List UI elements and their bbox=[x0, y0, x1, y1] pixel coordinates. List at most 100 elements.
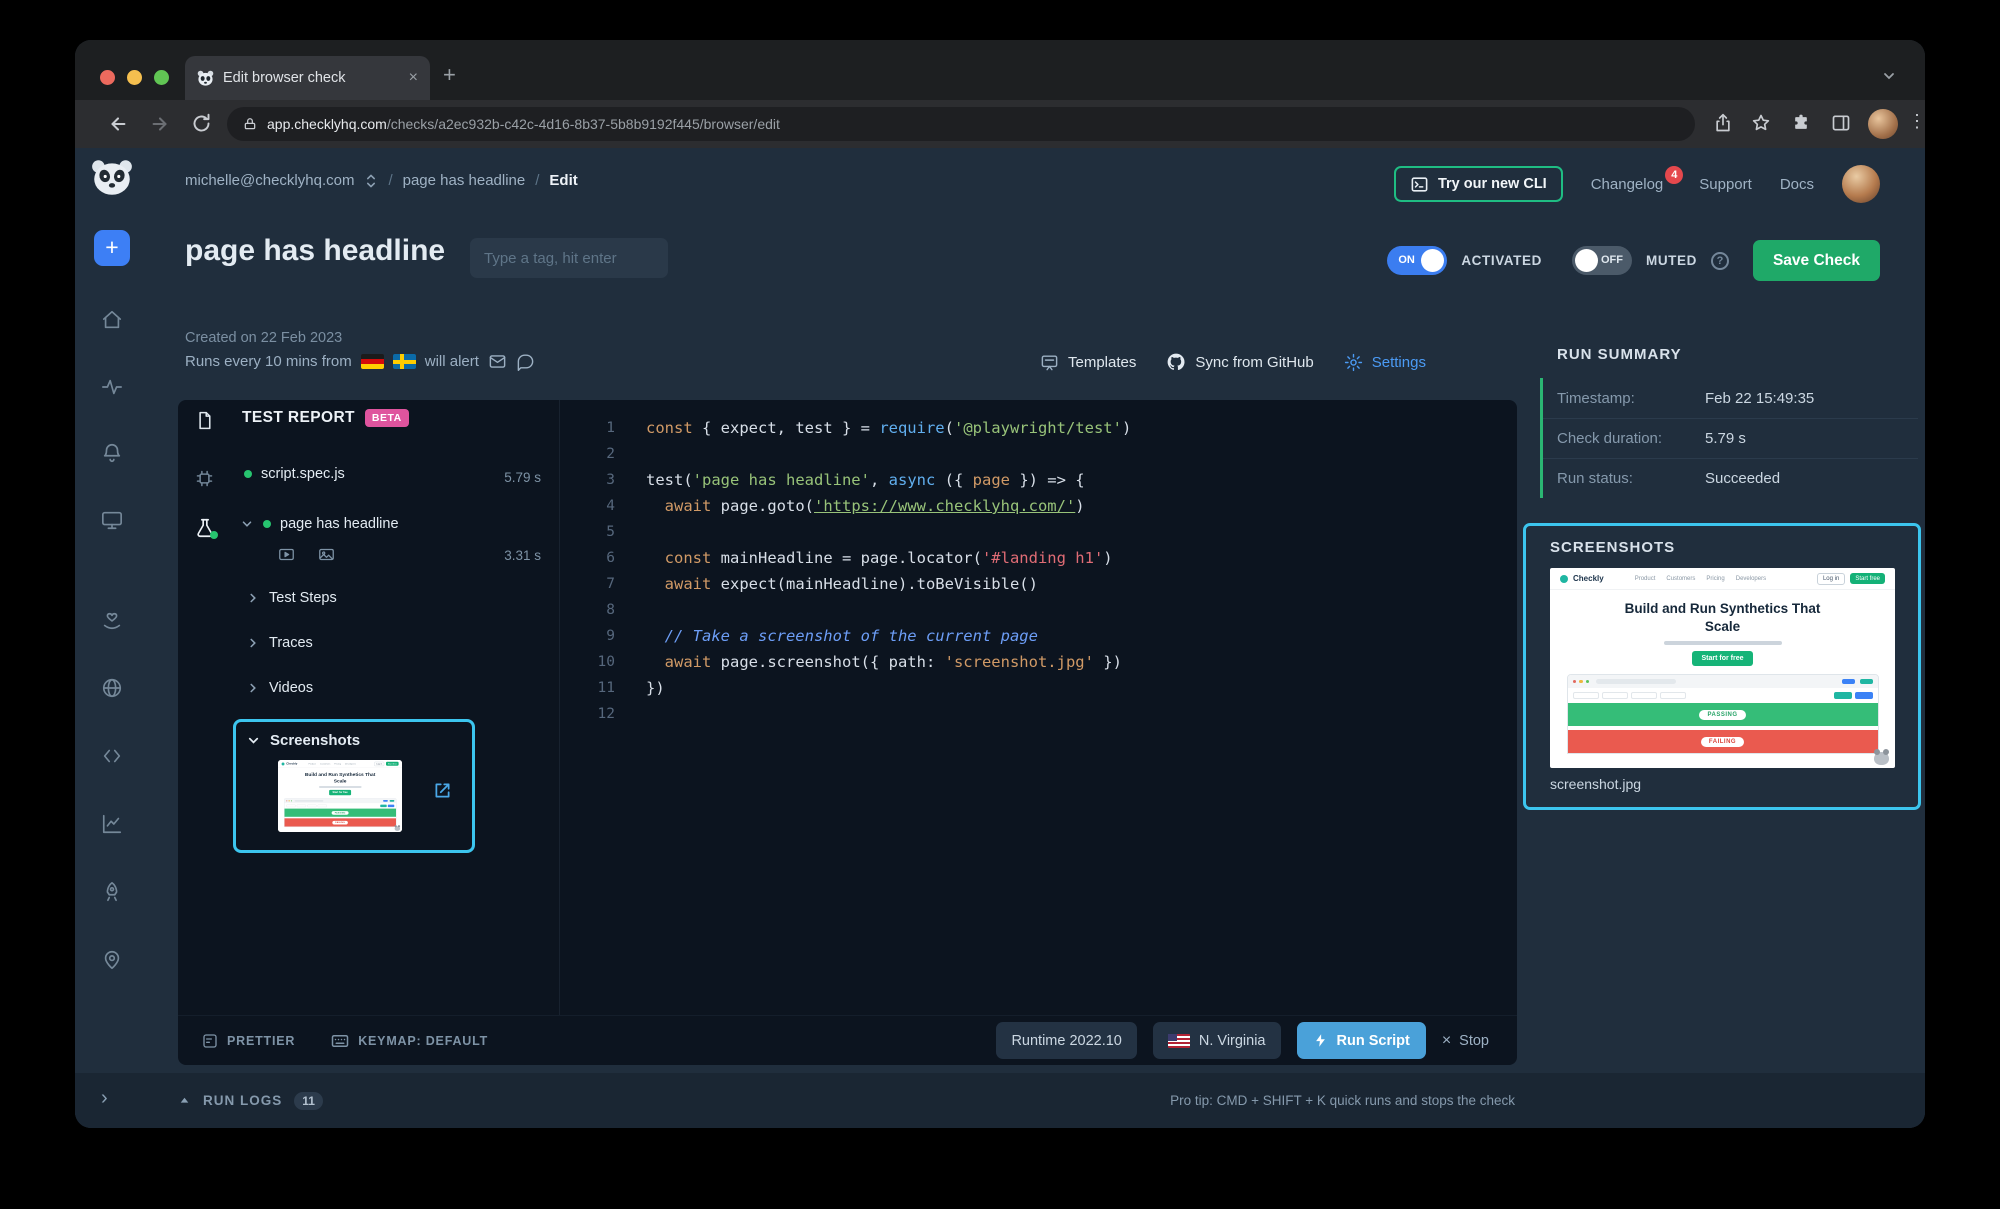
window-minimize-button[interactable] bbox=[127, 70, 142, 85]
new-tab-button[interactable]: + bbox=[443, 64, 456, 86]
bookmark-star-icon[interactable] bbox=[1751, 113, 1771, 133]
browser-tab[interactable]: Edit browser check × bbox=[185, 56, 430, 100]
code-line[interactable]: 12 bbox=[560, 701, 1517, 727]
muted-help-icon[interactable]: ? bbox=[1711, 252, 1729, 270]
tab-close-icon[interactable]: × bbox=[409, 70, 418, 86]
run-script-button[interactable]: Run Script bbox=[1297, 1022, 1426, 1059]
test-case-row[interactable]: page has headline bbox=[240, 516, 399, 532]
browser-menu-icon[interactable]: ⋮ bbox=[1908, 111, 1925, 132]
lightning-icon bbox=[1313, 1033, 1328, 1048]
breadcrumb-check-name[interactable]: page has headline bbox=[403, 172, 526, 189]
run-logs-toggle[interactable]: RUN LOGS 11 bbox=[178, 1073, 323, 1128]
extensions-puzzle-icon[interactable] bbox=[1791, 113, 1811, 133]
window-close-button[interactable] bbox=[100, 70, 115, 85]
try-cli-button[interactable]: Try our new CLI bbox=[1394, 166, 1563, 202]
tree-section-traces[interactable]: Traces bbox=[246, 635, 313, 651]
check-title[interactable]: page has headline bbox=[185, 234, 445, 268]
terminal-icon bbox=[1410, 175, 1429, 194]
spec-file-row[interactable]: script.spec.js bbox=[244, 466, 345, 482]
video-icon[interactable] bbox=[278, 546, 295, 563]
cli-code-icon[interactable] bbox=[101, 745, 123, 767]
github-icon bbox=[1166, 352, 1186, 372]
chevron-down-icon[interactable] bbox=[240, 517, 254, 531]
activated-toggle[interactable]: ON bbox=[1387, 246, 1447, 275]
breadcrumb-separator: / bbox=[535, 172, 539, 189]
window-zoom-button[interactable] bbox=[154, 70, 169, 85]
activity-icon[interactable] bbox=[101, 376, 123, 398]
region-selector[interactable]: N. Virginia bbox=[1153, 1022, 1281, 1059]
address-bar[interactable]: app.checklyhq.com/checks/a2ec932b-c42c-4… bbox=[227, 107, 1695, 141]
open-screenshot-external-icon[interactable] bbox=[432, 780, 453, 801]
save-check-button[interactable]: Save Check bbox=[1753, 240, 1880, 281]
create-check-button[interactable]: + bbox=[94, 230, 130, 266]
code-line[interactable]: 11}) bbox=[560, 675, 1517, 701]
schedule-summary: Runs every 10 mins from will alert bbox=[185, 352, 535, 371]
settings-button[interactable]: Settings bbox=[1344, 353, 1426, 372]
image-icon[interactable] bbox=[318, 546, 335, 563]
muted-label: MUTED bbox=[1646, 253, 1697, 268]
tree-section-videos[interactable]: Videos bbox=[246, 680, 313, 696]
code-line[interactable]: 7 await expect(mainHeadline).toBeVisible… bbox=[560, 571, 1517, 597]
rocket-icon[interactable] bbox=[101, 881, 123, 903]
keymap-setting[interactable]: KEYMAP: DEFAULT bbox=[331, 1033, 488, 1049]
screenshot-thumbnail[interactable]: ChecklyProductCustomersPricingDevelopers… bbox=[278, 760, 402, 832]
screenshots-section-highlight: Screenshots ChecklyProductCustomersPrici… bbox=[233, 719, 475, 853]
script-file-tab-icon[interactable] bbox=[194, 410, 215, 431]
code-line[interactable]: 10 await page.screenshot({ path: 'screen… bbox=[560, 649, 1517, 675]
code-line[interactable]: 1const { expect, test } = require('@play… bbox=[560, 415, 1517, 441]
support-link[interactable]: Support bbox=[1699, 176, 1752, 193]
code-line[interactable]: 4 await page.goto('https://www.checklyhq… bbox=[560, 493, 1517, 519]
tree-section-test-steps[interactable]: Test Steps bbox=[246, 590, 337, 606]
tag-input[interactable] bbox=[470, 238, 668, 278]
dependencies-chip-tab-icon[interactable] bbox=[194, 468, 215, 489]
code-line[interactable]: 8 bbox=[560, 597, 1517, 623]
code-editor[interactable]: 1const { expect, test } = require('@play… bbox=[560, 400, 1517, 1015]
analytics-chart-icon[interactable] bbox=[101, 813, 123, 835]
account-switcher[interactable]: michelle@checklyhq.com bbox=[185, 172, 354, 189]
line-number: 2 bbox=[560, 446, 615, 462]
summary-row-timestamp: Timestamp:Feb 22 15:49:35 bbox=[1543, 378, 1918, 418]
code-line[interactable]: 5 bbox=[560, 519, 1517, 545]
user-avatar[interactable] bbox=[1842, 165, 1880, 203]
test-artifact-icons bbox=[278, 546, 335, 563]
summary-row-status: Run status:Succeeded bbox=[1543, 458, 1918, 498]
alerts-bell-icon[interactable] bbox=[101, 442, 123, 464]
stop-button[interactable]: ×Stop bbox=[1442, 1032, 1489, 1050]
prettier-setting[interactable]: PRETTIER bbox=[202, 1033, 295, 1049]
browser-tab-strip: Edit browser check × + bbox=[75, 40, 1925, 100]
test-report-flask-tab-icon[interactable] bbox=[194, 517, 216, 539]
line-number: 3 bbox=[560, 472, 615, 488]
changelog-link[interactable]: Changelog4 bbox=[1591, 176, 1664, 193]
checkly-panda-logo[interactable] bbox=[89, 158, 135, 196]
chevron-down-icon bbox=[246, 733, 261, 748]
tree-section-screenshots[interactable]: Screenshots bbox=[246, 732, 360, 749]
docs-link[interactable]: Docs bbox=[1780, 176, 1814, 193]
sidebar-expand-chevron-icon[interactable]: › bbox=[101, 1087, 108, 1110]
code-line[interactable]: 2 bbox=[560, 441, 1517, 467]
code-line[interactable]: 9 // Take a screenshot of the current pa… bbox=[560, 623, 1517, 649]
runtime-selector[interactable]: Runtime 2022.10 bbox=[996, 1022, 1136, 1059]
locations-pin-icon[interactable] bbox=[101, 949, 123, 971]
thumb-browser-mock: PASSING FAILING bbox=[284, 798, 396, 827]
reload-button[interactable] bbox=[191, 113, 212, 134]
dashboards-monitor-icon[interactable] bbox=[101, 509, 123, 531]
templates-button[interactable]: Templates bbox=[1040, 353, 1136, 372]
forward-button[interactable] bbox=[149, 113, 171, 135]
private-locations-globe-icon[interactable] bbox=[101, 677, 123, 699]
thumb-browser-mock: PASSING FAILING bbox=[1567, 674, 1879, 754]
back-button[interactable] bbox=[107, 113, 129, 135]
muted-toggle[interactable]: OFF bbox=[1572, 246, 1632, 275]
share-icon[interactable] bbox=[1713, 113, 1733, 133]
code-line[interactable]: 3test('page has headline', async ({ page… bbox=[560, 467, 1517, 493]
screenshot-large-thumbnail[interactable]: ChecklyProductCustomersPricingDevelopers… bbox=[1550, 568, 1895, 768]
test-result-indicator-dot bbox=[210, 531, 218, 539]
maintenance-heart-hand-icon[interactable] bbox=[101, 609, 123, 631]
account-sort-chevrons-icon[interactable] bbox=[364, 173, 378, 189]
side-panel-icon[interactable] bbox=[1831, 113, 1851, 133]
home-icon[interactable] bbox=[101, 309, 123, 331]
tab-search-chevron-icon[interactable] bbox=[1881, 68, 1897, 84]
browser-profile-avatar[interactable] bbox=[1868, 109, 1898, 139]
sync-github-button[interactable]: Sync from GitHub bbox=[1166, 352, 1313, 372]
code-line[interactable]: 6 const mainHeadline = page.locator('#la… bbox=[560, 545, 1517, 571]
sweden-flag-icon bbox=[393, 354, 416, 369]
